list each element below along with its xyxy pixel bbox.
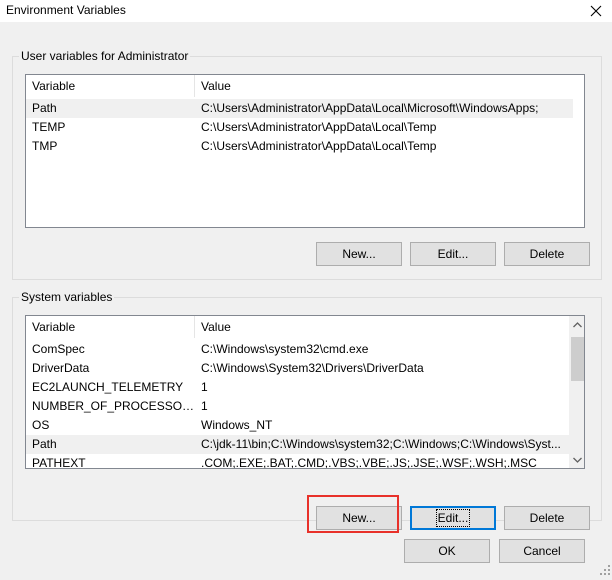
table-row[interactable]: Path C:\jdk-11\bin;C:\Windows\system32;C… (26, 435, 569, 454)
user-new-button[interactable]: New... (316, 242, 402, 266)
system-edit-button[interactable]: Edit... (410, 506, 496, 530)
row-variable: PATHEXT (32, 456, 86, 469)
system-new-label: New... (342, 511, 376, 525)
cancel-label: Cancel (523, 544, 561, 558)
user-edit-button[interactable]: Edit... (410, 242, 496, 266)
system-new-button[interactable]: New... (316, 506, 402, 530)
ok-button[interactable]: OK (404, 539, 490, 563)
table-row[interactable]: OS Windows_NT (26, 416, 569, 435)
title-bar: Environment Variables (0, 0, 612, 22)
table-row[interactable]: TEMP C:\Users\Administrator\AppData\Loca… (26, 118, 573, 137)
system-variables-label: System variables (19, 290, 115, 304)
scroll-down-button[interactable] (569, 451, 584, 468)
column-header-variable[interactable]: Variable (26, 316, 195, 338)
scrollbar-thumb[interactable] (571, 337, 584, 381)
row-variable: TEMP (32, 120, 66, 134)
system-delete-label: Delete (529, 511, 565, 525)
window-title: Environment Variables (6, 3, 126, 17)
system-edit-label: Edit... (435, 509, 471, 527)
row-variable: NUMBER_OF_PROCESSORS (32, 399, 195, 413)
table-row[interactable]: DriverData C:\Windows\System32\Drivers\D… (26, 359, 569, 378)
row-value: C:\jdk-11\bin;C:\Windows\system32;C:\Win… (201, 437, 561, 451)
ok-label: OK (438, 544, 456, 558)
user-delete-button[interactable]: Delete (504, 242, 590, 266)
row-variable: DriverData (32, 361, 90, 375)
table-row[interactable]: Path C:\Users\Administrator\AppData\Loca… (26, 99, 573, 118)
table-row[interactable]: ComSpec C:\Windows\system32\cmd.exe (26, 340, 569, 359)
column-header-value[interactable]: Value (195, 316, 569, 338)
row-variable: TMP (32, 139, 58, 153)
vertical-scrollbar[interactable] (569, 316, 584, 468)
scroll-up-button[interactable] (569, 316, 584, 333)
row-value: C:\Users\Administrator\AppData\Local\Tem… (201, 120, 437, 134)
row-value: C:\Users\Administrator\AppData\Local\Tem… (201, 139, 437, 153)
table-row[interactable]: TMP C:\Users\Administrator\AppData\Local… (26, 137, 573, 156)
row-value: C:\Users\Administrator\AppData\Local\Mic… (201, 101, 539, 115)
row-value: 1 (201, 380, 208, 394)
column-header-value[interactable]: Value (195, 75, 575, 97)
chevron-up-icon (573, 321, 582, 327)
user-edit-label: Edit... (437, 247, 469, 261)
row-variable: Path (32, 101, 57, 115)
row-value: 1 (201, 399, 208, 413)
row-variable: OS (32, 418, 50, 432)
close-button[interactable] (584, 0, 608, 22)
row-variable: Path (32, 437, 57, 451)
dialog-body: User variables for Administrator Variabl… (0, 22, 612, 580)
system-delete-button[interactable]: Delete (504, 506, 590, 530)
row-value: .COM;.EXE;.BAT;.CMD;.VBS;.VBE;.JS;.JSE;.… (201, 456, 537, 469)
user-variables-list[interactable]: Variable Value Path C:\Users\Administrat… (25, 74, 585, 228)
column-header-variable[interactable]: Variable (26, 75, 195, 97)
row-value: Windows_NT (201, 418, 273, 432)
row-variable: ComSpec (32, 342, 85, 356)
table-row[interactable]: EC2LAUNCH_TELEMETRY 1 (26, 378, 569, 397)
row-value: C:\Windows\System32\Drivers\DriverData (201, 361, 424, 375)
user-variables-group: User variables for Administrator Variabl… (12, 49, 602, 280)
list-header: Variable Value (26, 75, 584, 97)
resize-grip-icon (600, 565, 610, 575)
resize-grip[interactable] (600, 564, 610, 578)
table-row[interactable]: PATHEXT .COM;.EXE;.BAT;.CMD;.VBS;.VBE;.J… (26, 454, 569, 469)
system-variables-group: System variables Variable Value ComSpec … (12, 290, 602, 533)
user-delete-label: Delete (529, 247, 565, 261)
table-row[interactable]: NUMBER_OF_PROCESSORS 1 (26, 397, 569, 416)
user-variables-label: User variables for Administrator (19, 49, 191, 63)
row-variable: EC2LAUNCH_TELEMETRY (32, 380, 184, 394)
close-icon (590, 5, 602, 17)
chevron-down-icon (573, 457, 582, 463)
system-variables-list[interactable]: Variable Value ComSpec C:\Windows\system… (25, 315, 585, 469)
user-new-label: New... (342, 247, 376, 261)
row-value: C:\Windows\system32\cmd.exe (201, 342, 369, 356)
list-header: Variable Value (26, 316, 584, 338)
cancel-button[interactable]: Cancel (499, 539, 585, 563)
